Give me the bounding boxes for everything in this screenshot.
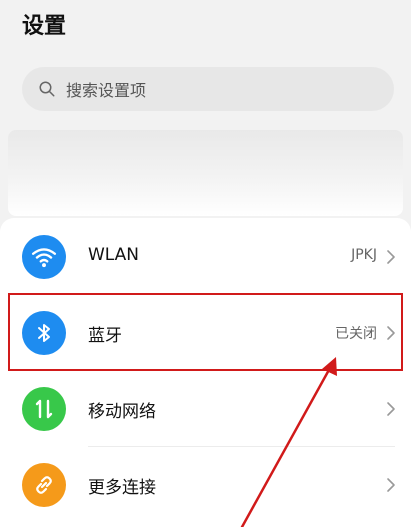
settings-item-wlan[interactable]: WLAN JPKJ [0,220,411,294]
search-icon [39,81,55,97]
settings-item-more-connections[interactable]: 更多连接 [0,448,411,522]
settings-item-label: WLAN [88,245,140,265]
link-icon [22,463,66,507]
chevron-right-icon [387,250,395,264]
settings-item-label: 移动网络 [88,402,156,422]
settings-item-label: 更多连接 [88,478,156,498]
wifi-icon [22,235,66,279]
settings-item-value: JPKJ [351,247,377,263]
highlight-box [8,293,403,371]
settings-item-mobile-network[interactable]: 移动网络 [0,372,411,446]
chevron-right-icon [387,478,395,492]
mobile-data-icon [22,387,66,431]
settings-list: WLAN JPKJ 蓝牙 已关闭 移动网络 更多连接 [0,218,411,527]
chevron-right-icon [387,402,395,416]
page-title: 设置 [22,14,67,39]
blurred-account-panel [8,130,403,216]
search-bar[interactable]: 搜索设置项 [22,67,394,111]
divider [88,446,395,447]
search-placeholder: 搜索设置项 [66,81,147,100]
